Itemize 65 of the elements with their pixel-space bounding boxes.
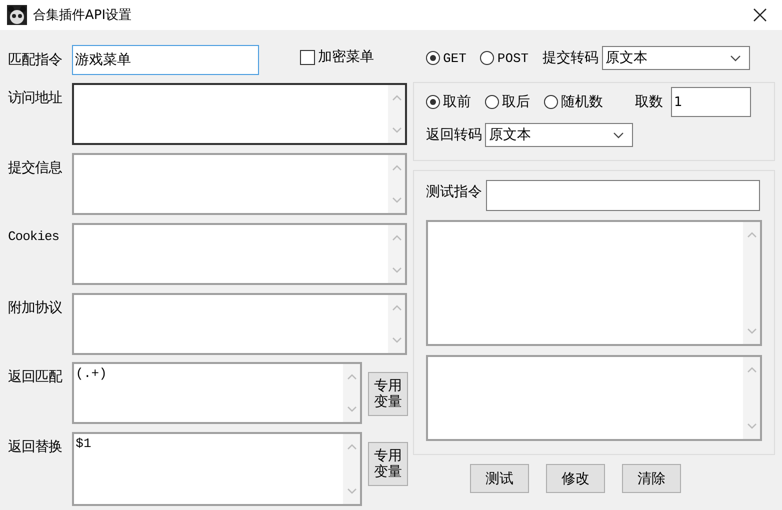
scroll-up-icon[interactable] [392, 305, 402, 311]
radio-label: 取后 [502, 93, 530, 111]
scroll-up-icon[interactable] [746, 232, 756, 238]
scroll-down-icon[interactable] [346, 406, 357, 412]
field-label: 访问地址 [8, 89, 63, 107]
field-label: 提交信息 [8, 159, 63, 177]
window-title: 合集插件API设置 [33, 7, 133, 24]
radio-label: GET [443, 50, 466, 66]
scroll-down-icon[interactable] [392, 197, 402, 203]
variables-button[interactable]: 专用变量 [368, 372, 408, 416]
scroll-up-icon[interactable] [392, 165, 402, 171]
input-field[interactable]: 游戏菜单 [72, 45, 259, 75]
radio-label: POST [497, 50, 529, 66]
variables-button[interactable]: 专用变量 [368, 442, 408, 486]
text-area[interactable]: $1 [72, 432, 362, 506]
scroll-up-icon[interactable] [392, 95, 402, 101]
radio-label: 取前 [443, 93, 471, 111]
scroll-up-icon[interactable] [346, 444, 357, 450]
input-field[interactable]: 1 [671, 87, 751, 117]
radio-button[interactable] [426, 51, 440, 65]
radio-label: 随机数 [561, 93, 603, 111]
field-label: 返回转码 [426, 126, 482, 144]
checkbox[interactable] [300, 50, 315, 64]
radio-button[interactable] [544, 95, 558, 109]
scroll-up-icon[interactable] [746, 367, 756, 373]
checkbox-label: 加密菜单 [318, 48, 374, 66]
scroll-bar[interactable] [343, 434, 360, 504]
action-button[interactable]: 清除 [622, 464, 681, 493]
scroll-down-icon[interactable] [392, 337, 402, 343]
radio-button[interactable] [485, 95, 499, 109]
chevron-down-icon[interactable] [613, 132, 624, 138]
scroll-bar[interactable] [343, 364, 360, 422]
field-label: 测试指令 [426, 183, 482, 201]
scroll-bar[interactable] [743, 222, 760, 344]
field-label: 返回匹配 [8, 368, 64, 386]
scroll-down-icon[interactable] [346, 488, 357, 494]
scroll-down-icon[interactable] [392, 267, 402, 273]
radio-button[interactable] [426, 95, 440, 109]
text-area[interactable] [72, 83, 407, 145]
panda-icon [7, 5, 27, 25]
scroll-bar[interactable] [743, 357, 760, 439]
scroll-down-icon[interactable] [746, 423, 756, 429]
scroll-bar[interactable] [388, 225, 405, 283]
action-button[interactable]: 修改 [546, 464, 605, 493]
input-field[interactable] [486, 180, 760, 211]
scroll-bar[interactable] [388, 85, 405, 143]
dropdown[interactable]: 原文本 [485, 123, 633, 147]
radio-button[interactable] [480, 51, 494, 65]
field-label: Cookies [8, 228, 60, 244]
field-label: 匹配指令 [8, 51, 63, 69]
text-area[interactable]: (.+) [72, 362, 362, 424]
chevron-down-icon[interactable] [730, 54, 741, 62]
field-label: 提交转码 [542, 49, 599, 67]
field-label: 返回替换 [8, 438, 63, 456]
scroll-down-icon[interactable] [392, 127, 402, 133]
field-label: 取数 [635, 93, 663, 111]
action-button[interactable]: 测试 [470, 464, 529, 493]
scroll-up-icon[interactable] [346, 374, 357, 380]
field-label: 附加协议 [8, 299, 63, 317]
scroll-down-icon[interactable] [746, 328, 756, 334]
scroll-bar[interactable] [388, 155, 405, 213]
close-icon[interactable] [753, 8, 767, 22]
scroll-bar[interactable] [388, 295, 405, 353]
scroll-up-icon[interactable] [392, 235, 402, 241]
dropdown[interactable]: 原文本 [602, 46, 750, 70]
